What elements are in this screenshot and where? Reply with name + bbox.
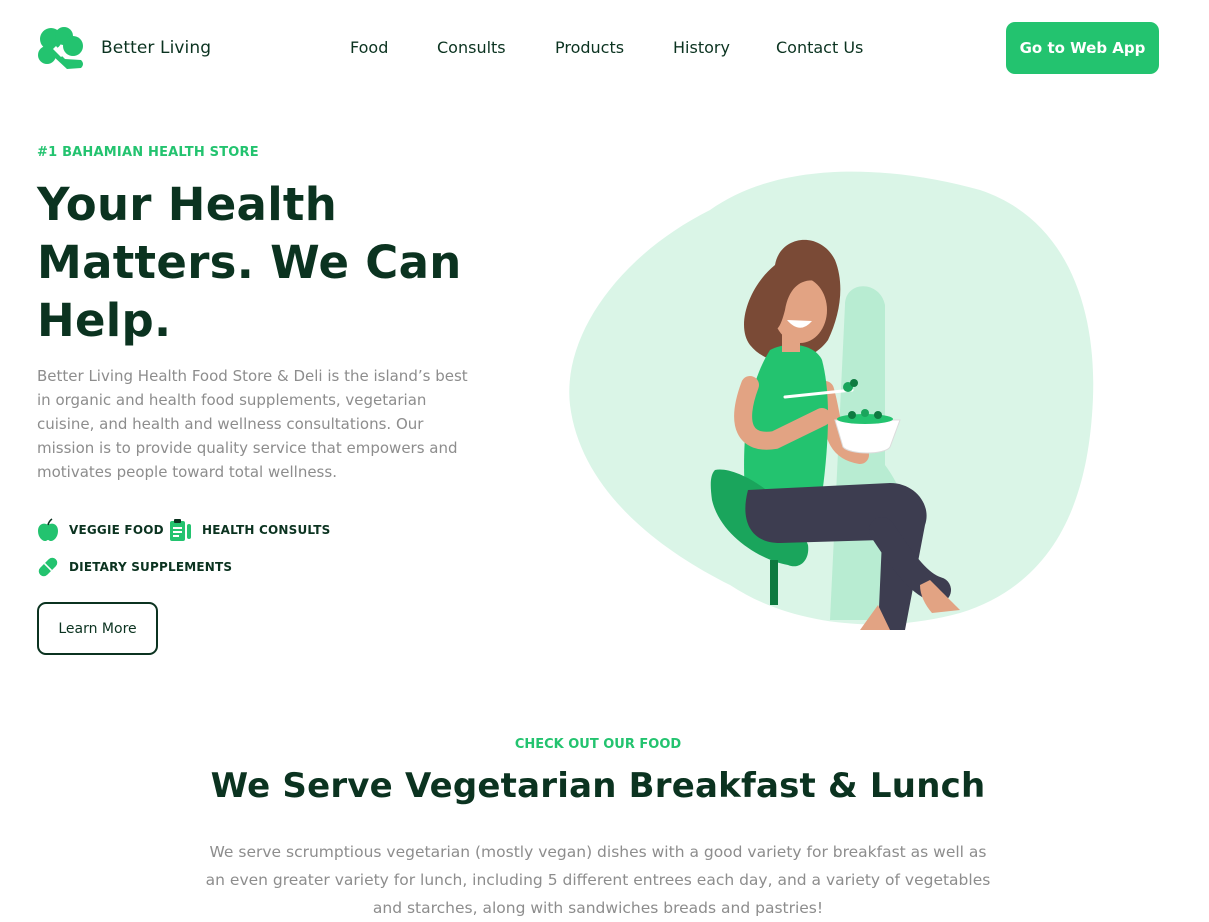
food-section-description: We serve scrumptious vegetarian (mostly … (205, 843, 991, 917)
nav-link-products[interactable]: Products (555, 38, 624, 57)
hero-eyebrow: #1 BAHAMIAN HEALTH STORE (37, 145, 259, 160)
feature-label: DIETARY SUPPLEMENTS (69, 560, 233, 574)
go-to-web-app-button[interactable]: Go to Web App (1006, 22, 1159, 74)
feature-dietary-supplements: DIETARY SUPPLEMENTS (37, 555, 232, 579)
clipboard-icon (170, 519, 191, 541)
feature-label: HEALTH CONSULTS (202, 523, 331, 537)
feature-health-consults: HEALTH CONSULTS (169, 518, 331, 542)
nav-link-food[interactable]: Food (350, 38, 388, 57)
learn-more-button[interactable]: Learn More (37, 602, 158, 655)
hero-description: Better Living Health Food Store & Deli i… (37, 367, 468, 481)
nav-link-contact-us[interactable]: Contact Us (776, 38, 863, 57)
apple-icon (38, 518, 58, 541)
top-navigation: Better Living Food Consults Products His… (0, 0, 1209, 96)
hero-headline: Your Health Matters. We Can Help. (37, 178, 462, 347)
woman-eating-salad-illustration (569, 171, 1094, 630)
feature-veggie-food: VEGGIE FOOD (37, 518, 164, 542)
food-section-eyebrow: CHECK OUT OUR FOOD (514, 737, 682, 752)
pill-icon (38, 557, 58, 577)
feature-label: VEGGIE FOOD (69, 523, 164, 537)
food-section-title: We Serve Vegetarian Breakfast & Lunch (210, 766, 986, 806)
nav-link-history[interactable]: History (673, 38, 730, 57)
nav-link-consults[interactable]: Consults (437, 38, 506, 57)
